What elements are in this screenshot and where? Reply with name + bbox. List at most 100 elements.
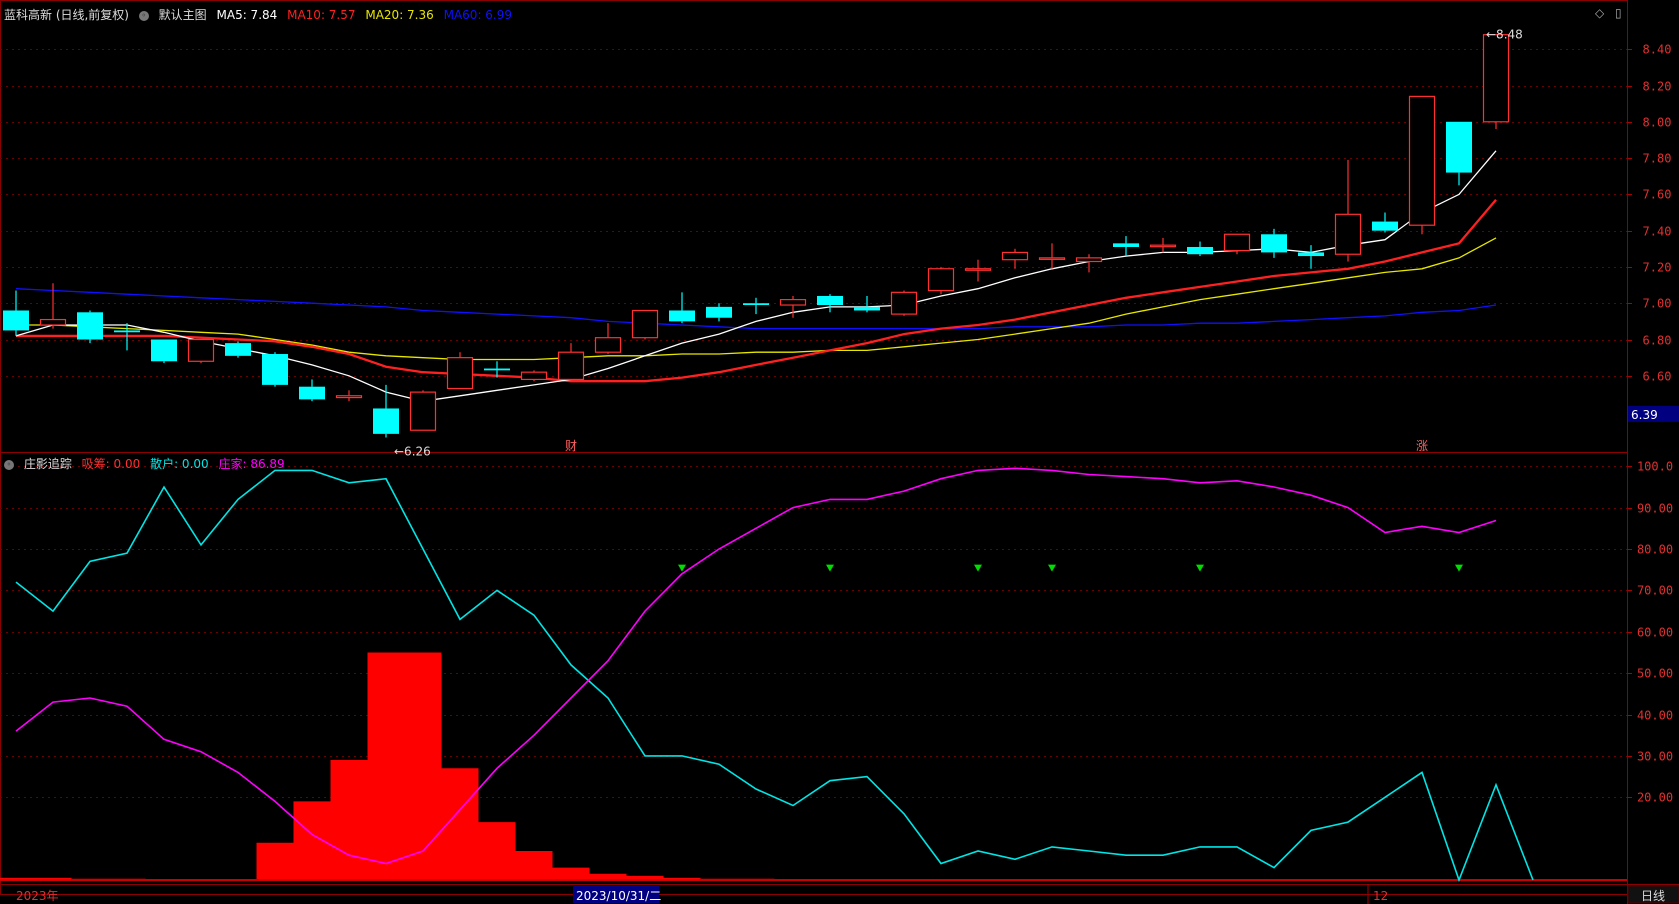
candle xyxy=(1334,159,1362,262)
candle-body-down xyxy=(225,343,251,356)
candle xyxy=(446,352,474,390)
candle xyxy=(409,390,437,431)
candle xyxy=(77,310,103,344)
candle xyxy=(706,303,732,322)
current-price-label: 6.39 xyxy=(1631,408,1658,422)
period-button[interactable]: 日线 xyxy=(1641,889,1665,903)
stock-title[interactable]: 蓝科高新 (日线,前复权) xyxy=(4,8,129,22)
candle xyxy=(1298,245,1324,269)
candle xyxy=(927,266,955,295)
candle-body-up xyxy=(409,391,437,431)
signal-triangle xyxy=(826,564,834,572)
candle-body-down xyxy=(669,310,695,322)
candle xyxy=(1001,248,1029,269)
candle-body-down xyxy=(743,303,769,306)
indicator-header: ◦ 庄影追踪 吸筹: 0.00 散户: 0.00 庄家: 86.89 xyxy=(4,455,291,472)
candle-body-down xyxy=(817,295,843,306)
candle xyxy=(557,343,585,382)
indicator-panel-plot xyxy=(0,467,1627,883)
candle-body-down xyxy=(299,386,325,400)
max-price-annotation: ←8.48 xyxy=(1486,28,1523,42)
indicator-tick-label: 80.00 xyxy=(1637,543,1673,557)
candle-body-down xyxy=(1446,121,1472,173)
candle xyxy=(669,292,695,324)
price-tick-label: 8.40 xyxy=(1643,43,1672,57)
candle-body-up xyxy=(779,298,807,306)
xichou-bars xyxy=(0,652,1552,880)
year-label: 2023年 xyxy=(16,889,59,903)
xichou-value: 吸筹: 0.00 xyxy=(81,457,141,471)
candle xyxy=(520,370,548,382)
candle-body-up xyxy=(187,338,215,362)
month-label: 12 xyxy=(1373,889,1388,903)
candle-body-down xyxy=(77,312,103,340)
candle-body-up xyxy=(1334,213,1362,255)
candle-body-down xyxy=(151,339,177,362)
candle-body-down xyxy=(373,408,399,434)
price-tick-label: 7.80 xyxy=(1643,152,1672,166)
indicator-name[interactable]: 庄影追踪 xyxy=(24,457,72,471)
settings-icon[interactable]: ◦ xyxy=(138,10,149,21)
candle-body-up xyxy=(1075,257,1103,263)
price-tick-label: 7.60 xyxy=(1643,188,1672,202)
window-restore-icon[interactable]: ▯ xyxy=(1615,6,1622,20)
cursor-date-label: 2023/10/31/二 xyxy=(576,889,661,903)
candle xyxy=(3,290,29,336)
candle xyxy=(373,384,399,438)
candle xyxy=(631,309,659,340)
diamond-icon[interactable]: ◇ xyxy=(1595,6,1604,20)
main-chart-label[interactable]: 默认主图 xyxy=(159,8,207,22)
candle xyxy=(743,297,769,315)
candle xyxy=(594,323,622,355)
indicator-pane-frame xyxy=(0,452,1628,895)
candle-body-up xyxy=(1408,95,1436,226)
event-marker: 财 xyxy=(565,439,577,453)
candle xyxy=(1408,95,1436,235)
price-tick-label: 7.40 xyxy=(1643,225,1672,239)
candle-body-down xyxy=(854,306,880,311)
candle xyxy=(1261,228,1287,258)
candle-body-up xyxy=(446,357,474,390)
zhuangjia-value: 庄家: 86.89 xyxy=(218,457,285,471)
candle-body-up xyxy=(1223,233,1251,252)
moving-average-lines xyxy=(15,150,1497,402)
candle xyxy=(890,290,918,316)
indicator-tick-label: 60.00 xyxy=(1637,626,1673,640)
sanhu-line xyxy=(15,469,1534,883)
candle-body-up xyxy=(631,309,659,339)
candle xyxy=(262,352,288,387)
candle xyxy=(1149,237,1177,253)
candle-body-down xyxy=(1298,252,1324,257)
candle-body-down xyxy=(1113,243,1139,247)
ma5-value: MA5: 7.84 xyxy=(216,8,278,22)
candle xyxy=(1482,34,1510,130)
main-chart-header: 蓝科高新 (日线,前复权) ◦ 默认主图 MA5: 7.84 MA10: 7.5… xyxy=(4,6,518,23)
candle-body-up xyxy=(1149,244,1177,248)
candle-body-down xyxy=(1261,234,1287,253)
ma20-value: MA20: 7.36 xyxy=(365,8,434,22)
indicator-settings-icon[interactable]: ◦ xyxy=(4,459,14,470)
price-tick-label: 7.20 xyxy=(1643,261,1672,275)
candle xyxy=(187,338,215,364)
candle xyxy=(335,390,363,402)
ma60-value: MA60: 6.99 xyxy=(443,8,513,22)
candle-body-down xyxy=(484,368,510,371)
candle-body-up xyxy=(964,268,992,271)
indicator-tick-label: 90.00 xyxy=(1637,502,1673,516)
chart-canvas[interactable]: 8.40 8.20 8.00 7.80 7.60 7.40 7.20 7.00 6.80 6.60… xyxy=(0,0,1679,904)
signal-triangle xyxy=(678,564,686,572)
candle-body-up xyxy=(1482,34,1510,123)
candle-body-down xyxy=(262,354,288,385)
candle xyxy=(1038,243,1066,269)
candle xyxy=(1446,121,1472,186)
candle-body-down xyxy=(1187,246,1213,255)
candle-body-up xyxy=(39,318,67,326)
candle-body-down xyxy=(706,306,732,318)
indicator-tick-label: 30.00 xyxy=(1637,750,1673,764)
price-tick-label: 8.00 xyxy=(1643,116,1672,130)
price-tick-label: 7.00 xyxy=(1643,297,1672,311)
candle xyxy=(1187,241,1213,257)
candle-body-up xyxy=(557,351,585,381)
candle xyxy=(1113,236,1139,257)
indicator-tick-label: 40.00 xyxy=(1637,709,1673,723)
